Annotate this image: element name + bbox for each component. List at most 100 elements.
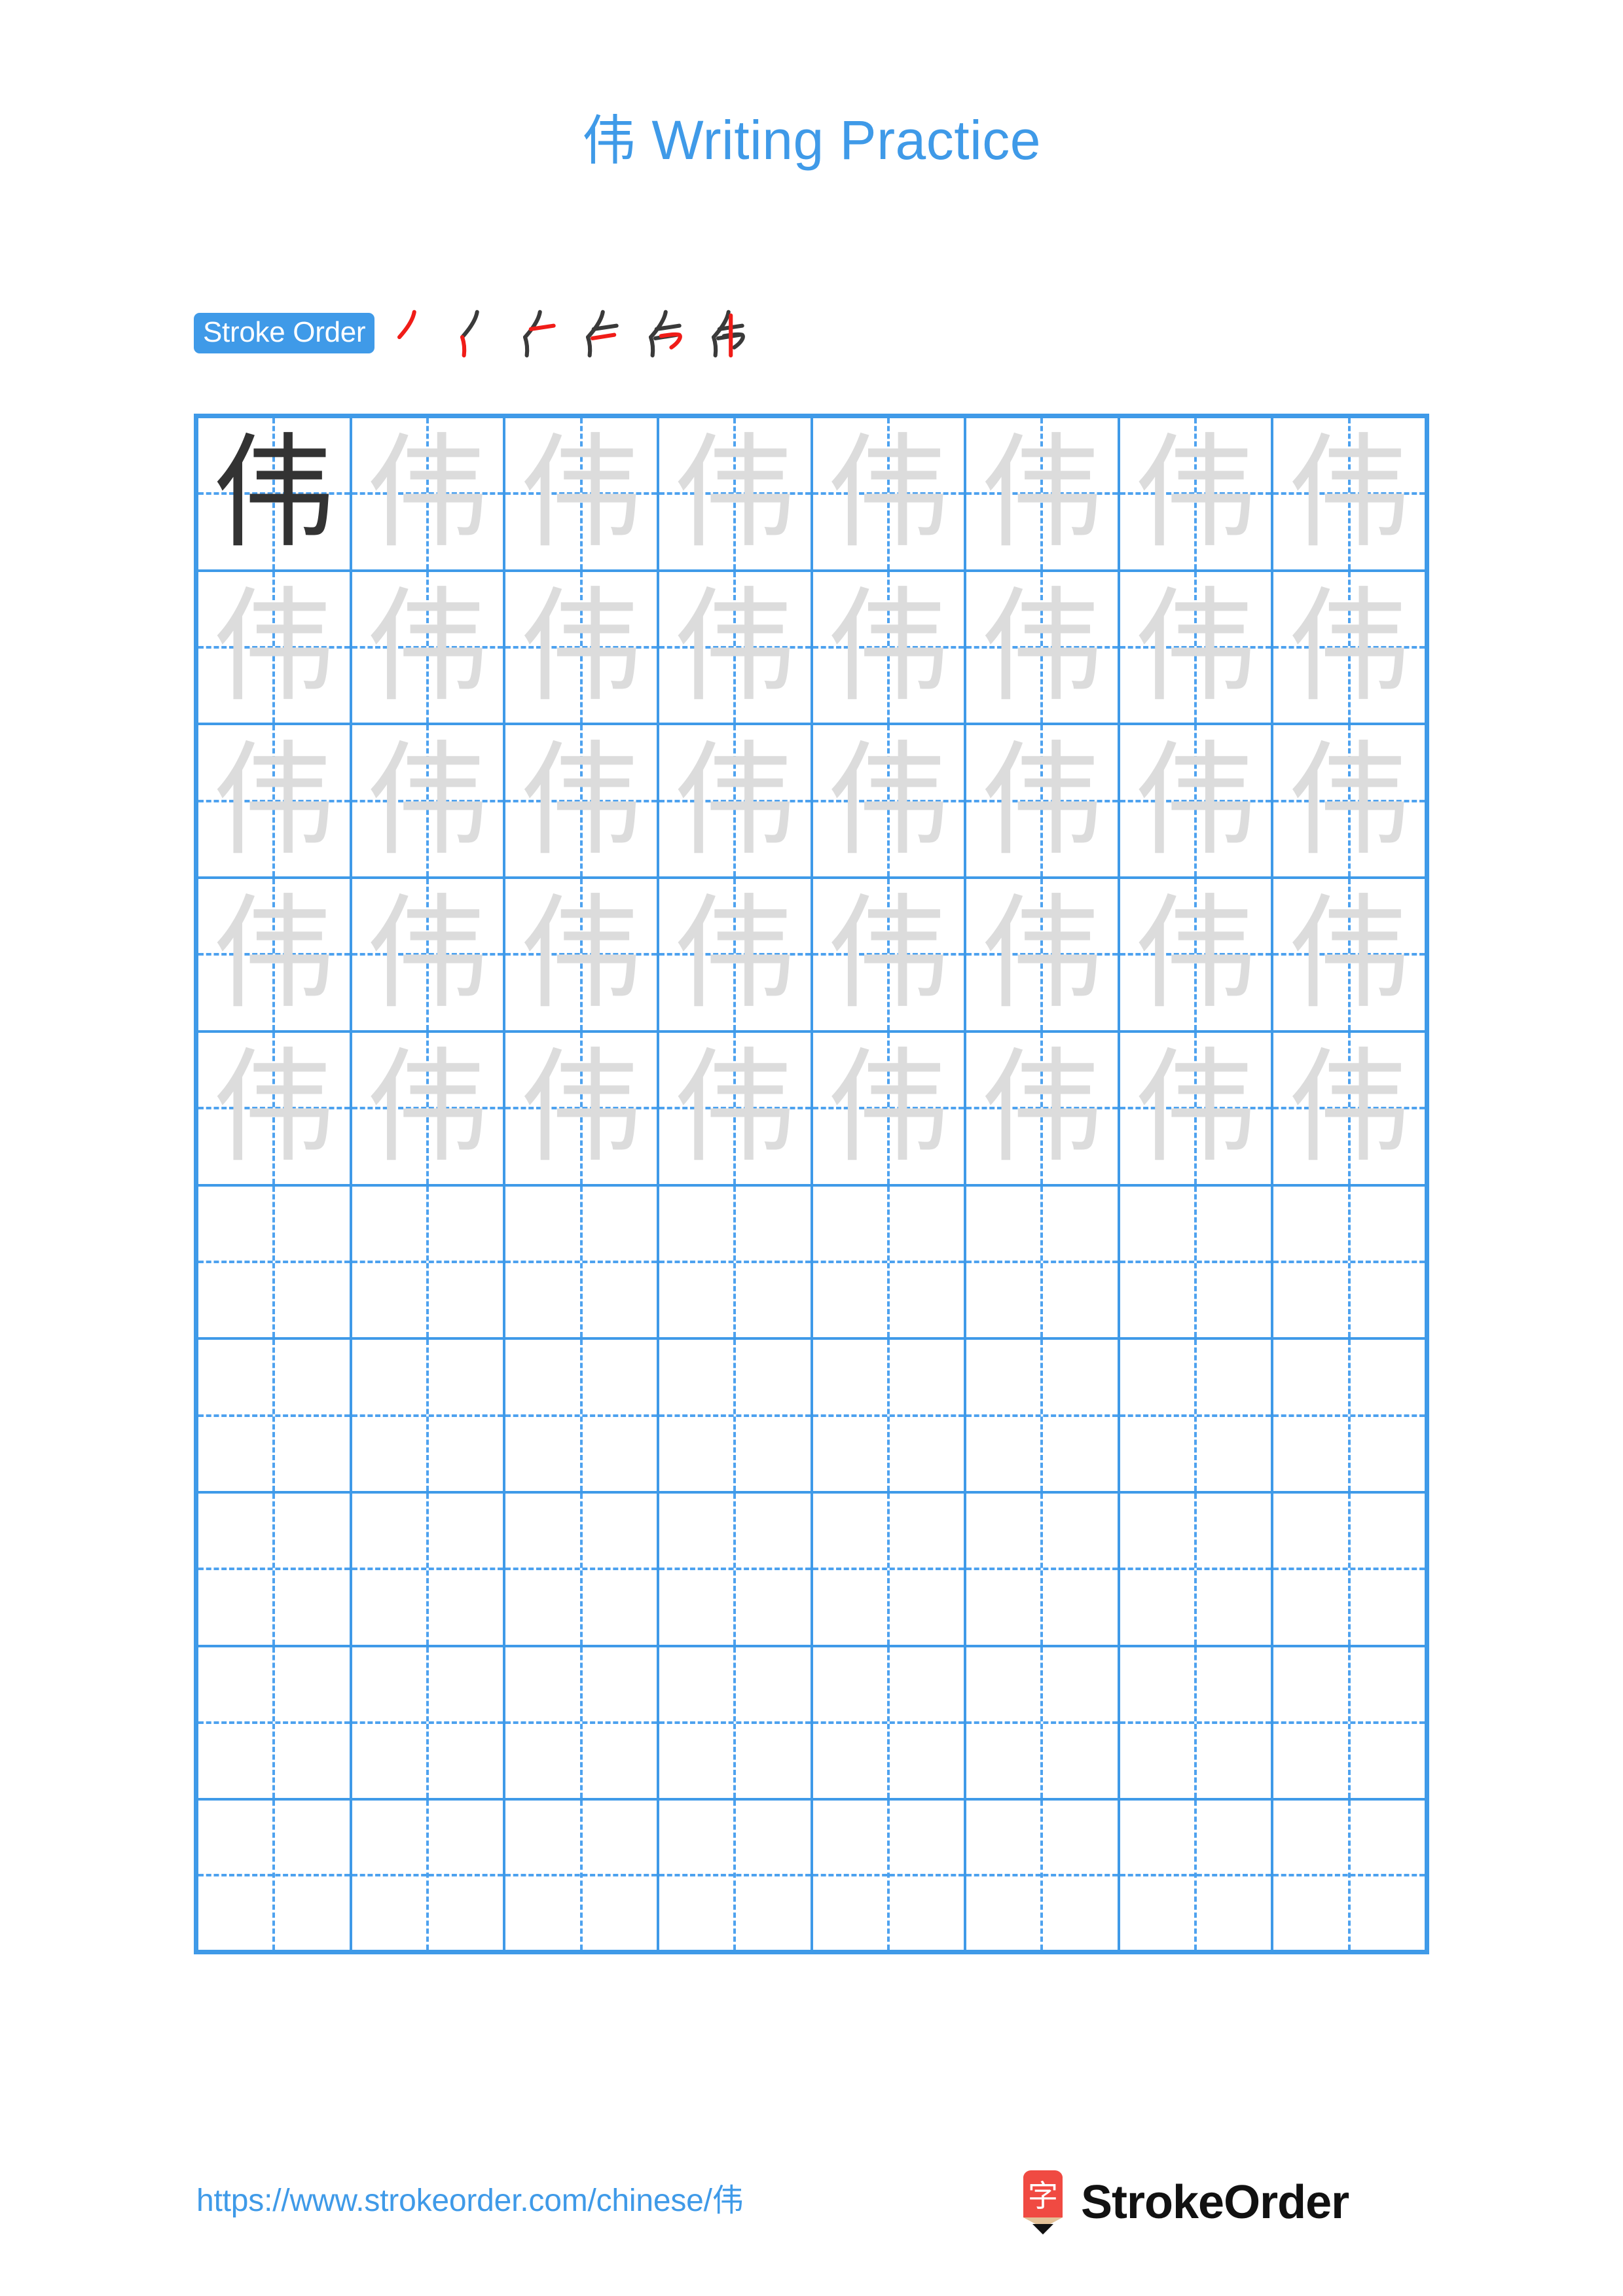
grid-cell-r5-c6[interactable]: 伟 [966, 1032, 1120, 1187]
grid-cell-r7-c6[interactable] [966, 1340, 1120, 1494]
stroke-order-steps [377, 302, 754, 365]
grid-cell-r9-c1[interactable] [198, 1647, 352, 1801]
grid-row [198, 1801, 1429, 1955]
grid-cell-r7-c3[interactable] [505, 1340, 659, 1494]
grid-cell-r1-c7[interactable]: 伟 [1120, 418, 1274, 572]
grid-cell-r6-c8[interactable] [1273, 1186, 1429, 1340]
grid-cell-r7-c1[interactable] [198, 1340, 352, 1494]
grid-cell-r4-c8[interactable]: 伟 [1273, 879, 1429, 1033]
grid-cell-r8-c1[interactable] [198, 1493, 352, 1647]
grid-cell-r1-c6[interactable]: 伟 [966, 418, 1120, 572]
trace-character: 伟 [980, 575, 1104, 719]
grid-cell-r8-c7[interactable] [1120, 1493, 1274, 1647]
grid-cell-r2-c2[interactable]: 伟 [352, 571, 506, 726]
trace-character: 伟 [826, 728, 950, 872]
grid-cell-r6-c5[interactable] [812, 1186, 967, 1340]
grid-cell-r8-c8[interactable] [1273, 1493, 1429, 1647]
page-title-character: 伟 [582, 110, 636, 172]
trace-character: 伟 [1287, 422, 1411, 565]
page-title-suffix: Writing Practice [636, 109, 1041, 171]
grid-cell-r10-c2[interactable] [352, 1801, 506, 1955]
grid-cell-r6-c6[interactable] [966, 1186, 1120, 1340]
grid-cell-r3-c1[interactable]: 伟 [198, 725, 352, 880]
grid-cell-r1-c2[interactable]: 伟 [352, 418, 506, 572]
grid-cell-r5-c1[interactable]: 伟 [198, 1032, 352, 1187]
grid-cell-r2-c6[interactable]: 伟 [966, 571, 1120, 726]
grid-cell-r4-c4[interactable]: 伟 [659, 879, 813, 1033]
trace-character: 伟 [980, 422, 1104, 565]
grid-cell-r2-c3[interactable]: 伟 [505, 571, 659, 726]
grid-cell-r10-c5[interactable] [812, 1801, 967, 1955]
grid-cell-r4-c6[interactable]: 伟 [966, 879, 1120, 1033]
grid-cell-r6-c3[interactable] [505, 1186, 659, 1340]
trace-character: 伟 [1134, 882, 1258, 1026]
grid-cell-r4-c2[interactable]: 伟 [352, 879, 506, 1033]
grid-cell-r6-c2[interactable] [352, 1186, 506, 1340]
grid-cell-r1-c8[interactable]: 伟 [1273, 418, 1429, 572]
grid-cell-r5-c4[interactable]: 伟 [659, 1032, 813, 1187]
grid-cell-r3-c3[interactable]: 伟 [505, 725, 659, 880]
grid-cell-r6-c7[interactable] [1120, 1186, 1274, 1340]
trace-character: 伟 [1287, 575, 1411, 719]
page-title: 伟 Writing Practice [0, 110, 1623, 171]
grid-cell-r10-c4[interactable] [659, 1801, 813, 1955]
grid-cell-r2-c4[interactable]: 伟 [659, 571, 813, 726]
grid-cell-r8-c3[interactable] [505, 1493, 659, 1647]
grid-cell-r3-c2[interactable]: 伟 [352, 725, 506, 880]
trace-character: 伟 [519, 1036, 643, 1180]
grid-cell-r3-c7[interactable]: 伟 [1120, 725, 1274, 880]
grid-cell-r1-c3[interactable]: 伟 [505, 418, 659, 572]
grid-cell-r8-c2[interactable] [352, 1493, 506, 1647]
grid-cell-r8-c5[interactable] [812, 1493, 967, 1647]
grid-cell-r10-c7[interactable] [1120, 1801, 1274, 1955]
grid-cell-r8-c6[interactable] [966, 1493, 1120, 1647]
trace-character: 伟 [212, 882, 336, 1026]
grid-cell-r2-c5[interactable]: 伟 [812, 571, 967, 726]
grid-cell-r1-c1[interactable]: 伟 [198, 418, 352, 572]
grid-cell-r5-c7[interactable]: 伟 [1120, 1032, 1274, 1187]
grid-cell-r9-c5[interactable] [812, 1647, 967, 1801]
footer-url-link[interactable]: https://www.strokeorder.com/chinese/伟 [196, 2174, 744, 2220]
grid-cell-r4-c7[interactable]: 伟 [1120, 879, 1274, 1033]
grid-cell-r4-c3[interactable]: 伟 [505, 879, 659, 1033]
grid-cell-r7-c5[interactable] [812, 1340, 967, 1494]
grid-cell-r6-c1[interactable] [198, 1186, 352, 1340]
grid-cell-r5-c5[interactable]: 伟 [812, 1032, 967, 1187]
grid-cell-r10-c3[interactable] [505, 1801, 659, 1955]
grid-cell-r2-c1[interactable]: 伟 [198, 571, 352, 726]
grid-cell-r2-c7[interactable]: 伟 [1120, 571, 1274, 726]
grid-cell-r7-c4[interactable] [659, 1340, 813, 1494]
grid-cell-r9-c8[interactable] [1273, 1647, 1429, 1801]
grid-cell-r9-c6[interactable] [966, 1647, 1120, 1801]
grid-cell-r1-c4[interactable]: 伟 [659, 418, 813, 572]
grid-cell-r9-c3[interactable] [505, 1647, 659, 1801]
page-footer: https://www.strokeorder.com/chinese/伟 字 … [0, 2166, 1623, 2245]
grid-cell-r5-c2[interactable]: 伟 [352, 1032, 506, 1187]
grid-row [198, 1340, 1429, 1494]
grid-cell-r10-c6[interactable] [966, 1801, 1120, 1955]
grid-cell-r3-c8[interactable]: 伟 [1273, 725, 1429, 880]
grid-cell-r10-c1[interactable] [198, 1801, 352, 1955]
grid-cell-r4-c1[interactable]: 伟 [198, 879, 352, 1033]
grid-cell-r9-c4[interactable] [659, 1647, 813, 1801]
grid-cell-r4-c5[interactable]: 伟 [812, 879, 967, 1033]
grid-cell-r8-c4[interactable] [659, 1493, 813, 1647]
grid-cell-r7-c8[interactable] [1273, 1340, 1429, 1494]
grid-cell-r3-c6[interactable]: 伟 [966, 725, 1120, 880]
grid-cell-r3-c4[interactable]: 伟 [659, 725, 813, 880]
grid-cell-r3-c5[interactable]: 伟 [812, 725, 967, 880]
grid-cell-r5-c8[interactable]: 伟 [1273, 1032, 1429, 1187]
grid-cell-r1-c5[interactable]: 伟 [812, 418, 967, 572]
grid-cell-r7-c2[interactable] [352, 1340, 506, 1494]
trace-character: 伟 [673, 1036, 797, 1180]
grid-cell-r6-c4[interactable] [659, 1186, 813, 1340]
grid-cell-r9-c2[interactable] [352, 1647, 506, 1801]
trace-character: 伟 [826, 882, 950, 1026]
grid-cell-r9-c7[interactable] [1120, 1647, 1274, 1801]
grid-row [198, 1647, 1429, 1801]
grid-cell-r7-c7[interactable] [1120, 1340, 1274, 1494]
grid-cell-r5-c3[interactable]: 伟 [505, 1032, 659, 1187]
grid-cell-r10-c8[interactable] [1273, 1801, 1429, 1955]
stroke-step-4 [566, 302, 629, 365]
grid-cell-r2-c8[interactable]: 伟 [1273, 571, 1429, 726]
